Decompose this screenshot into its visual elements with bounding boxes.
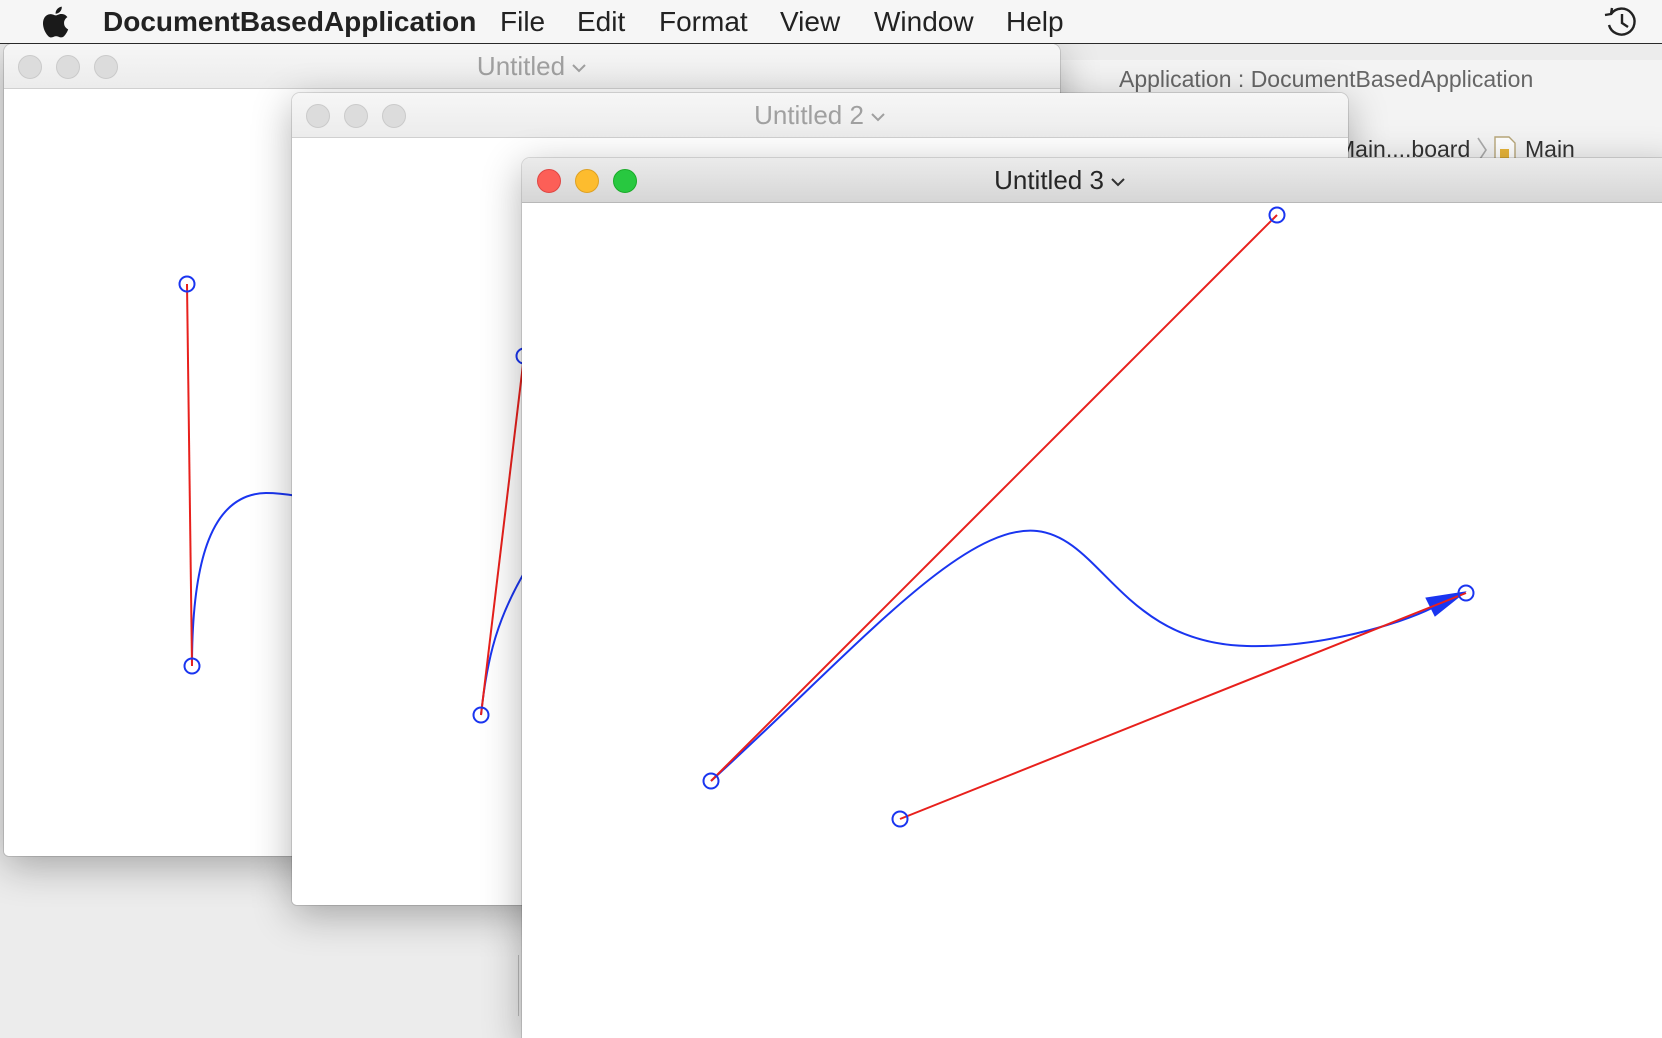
menu-edit[interactable]: Edit (577, 4, 625, 40)
chevron-down-icon (1111, 178, 1125, 187)
control-line-end (899, 592, 1467, 820)
window-title[interactable]: Untitled 3 (522, 165, 1598, 196)
menu-file[interactable]: File (500, 4, 545, 40)
menu-format[interactable]: Format (659, 4, 748, 40)
window-title-text: Untitled (476, 51, 566, 81)
bezier-canvas[interactable] (522, 203, 1662, 1038)
menu-window[interactable]: Window (874, 4, 974, 40)
window-title-text: Untitled 2 (754, 100, 864, 130)
control-line (480, 355, 525, 716)
window-title-text: Untitled 3 (994, 165, 1104, 195)
menu-view[interactable]: View (780, 4, 840, 40)
window-title[interactable]: Untitled 2 (292, 100, 1348, 131)
bezier-curve (710, 529, 1433, 782)
bezier-drawing (702, 206, 1475, 828)
time-machine-icon[interactable] (1603, 5, 1639, 39)
chevron-down-icon (572, 64, 586, 73)
menu-help[interactable]: Help (1006, 4, 1064, 40)
xcode-window-title: Application : DocumentBasedApplication (1119, 66, 1534, 92)
control-line-start (710, 214, 1278, 782)
window-titlebar[interactable]: Untitled 3 (522, 158, 1662, 203)
window-titlebar[interactable]: Untitled 2 (292, 93, 1348, 138)
window-title[interactable]: Untitled (4, 51, 1060, 82)
document-window-untitled-3[interactable]: Untitled 3 (522, 158, 1662, 1038)
apple-logo-icon[interactable] (40, 6, 70, 38)
control-line (186, 283, 193, 667)
menu-app-name[interactable]: DocumentBasedApplication (103, 4, 476, 40)
chevron-down-icon (871, 113, 885, 122)
window-titlebar[interactable]: Untitled (4, 44, 1060, 89)
bezier-curve (480, 567, 528, 716)
menu-bar: DocumentBasedApplication File Edit Forma… (0, 0, 1662, 44)
